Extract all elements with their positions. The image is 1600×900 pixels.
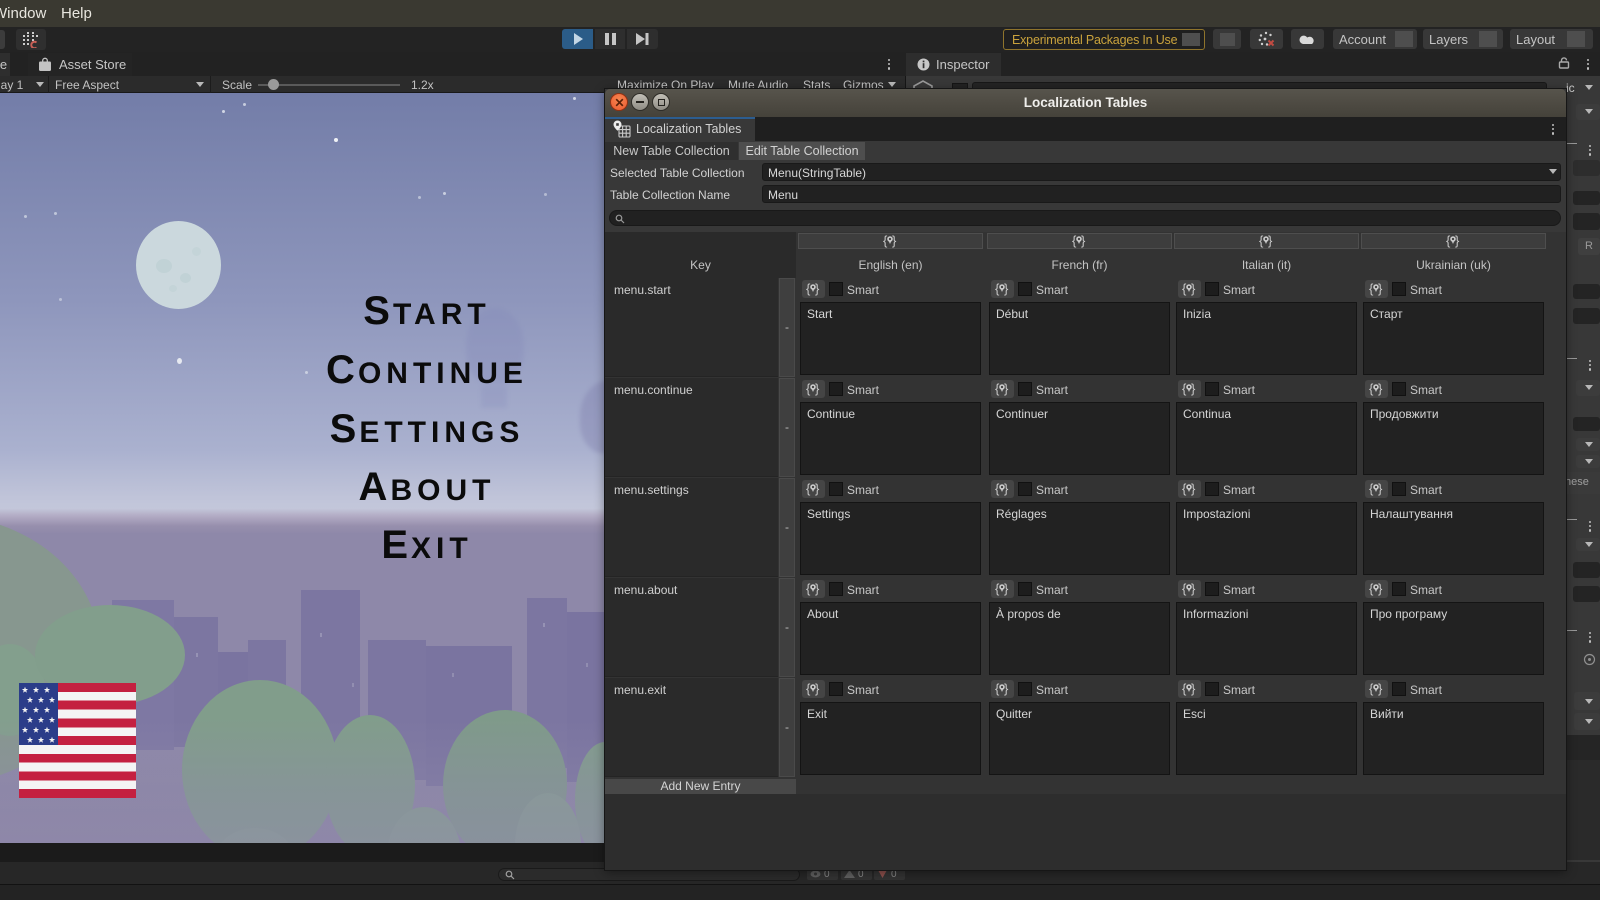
svg-text:}: } <box>1004 581 1009 596</box>
svg-text:{: { <box>995 481 1000 496</box>
svg-text:{: { <box>1259 233 1264 248</box>
svg-text:}: } <box>815 681 820 696</box>
svg-text:{: { <box>1369 281 1374 296</box>
svg-text:{: { <box>995 681 1000 696</box>
svg-text:}: } <box>1004 481 1009 496</box>
svg-text:}: } <box>1081 233 1086 248</box>
svg-text:}: } <box>1191 481 1196 496</box>
svg-text:}: } <box>1191 381 1196 396</box>
svg-text:{: { <box>1072 233 1077 248</box>
svg-text:{: { <box>1182 481 1187 496</box>
svg-text:}: } <box>1004 281 1009 296</box>
svg-text:}: } <box>1378 581 1383 596</box>
svg-text:{: { <box>806 481 811 496</box>
svg-text:{: { <box>1369 481 1374 496</box>
svg-text:{: { <box>806 681 811 696</box>
svg-text:{: { <box>1182 381 1187 396</box>
svg-text:}: } <box>1378 681 1383 696</box>
svg-text:{: { <box>806 281 811 296</box>
svg-text:}: } <box>815 281 820 296</box>
svg-text:}: } <box>1268 233 1273 248</box>
svg-text:{: { <box>806 581 811 596</box>
svg-text:}: } <box>815 481 820 496</box>
svg-text:{: { <box>995 581 1000 596</box>
svg-text:{: { <box>1182 681 1187 696</box>
svg-text:{: { <box>806 381 811 396</box>
svg-text:}: } <box>1378 381 1383 396</box>
svg-text:{: { <box>1446 233 1451 248</box>
svg-text:}: } <box>1004 381 1009 396</box>
svg-text:}: } <box>1191 581 1196 596</box>
svg-text:{: { <box>1182 581 1187 596</box>
svg-text:}: } <box>815 381 820 396</box>
svg-text:{: { <box>1369 381 1374 396</box>
svg-text:}: } <box>1191 681 1196 696</box>
svg-text:}: } <box>1191 281 1196 296</box>
svg-text:}: } <box>1004 681 1009 696</box>
svg-text:}: } <box>1378 281 1383 296</box>
svg-text:}: } <box>892 233 897 248</box>
svg-text:{: { <box>1369 681 1374 696</box>
svg-text:}: } <box>815 581 820 596</box>
svg-text:{: { <box>883 233 888 248</box>
svg-text:}: } <box>1455 233 1460 248</box>
svg-text:{: { <box>995 281 1000 296</box>
svg-text:{: { <box>995 381 1000 396</box>
svg-text:{: { <box>1369 581 1374 596</box>
svg-text:{: { <box>1182 281 1187 296</box>
svg-text:}: } <box>1378 481 1383 496</box>
